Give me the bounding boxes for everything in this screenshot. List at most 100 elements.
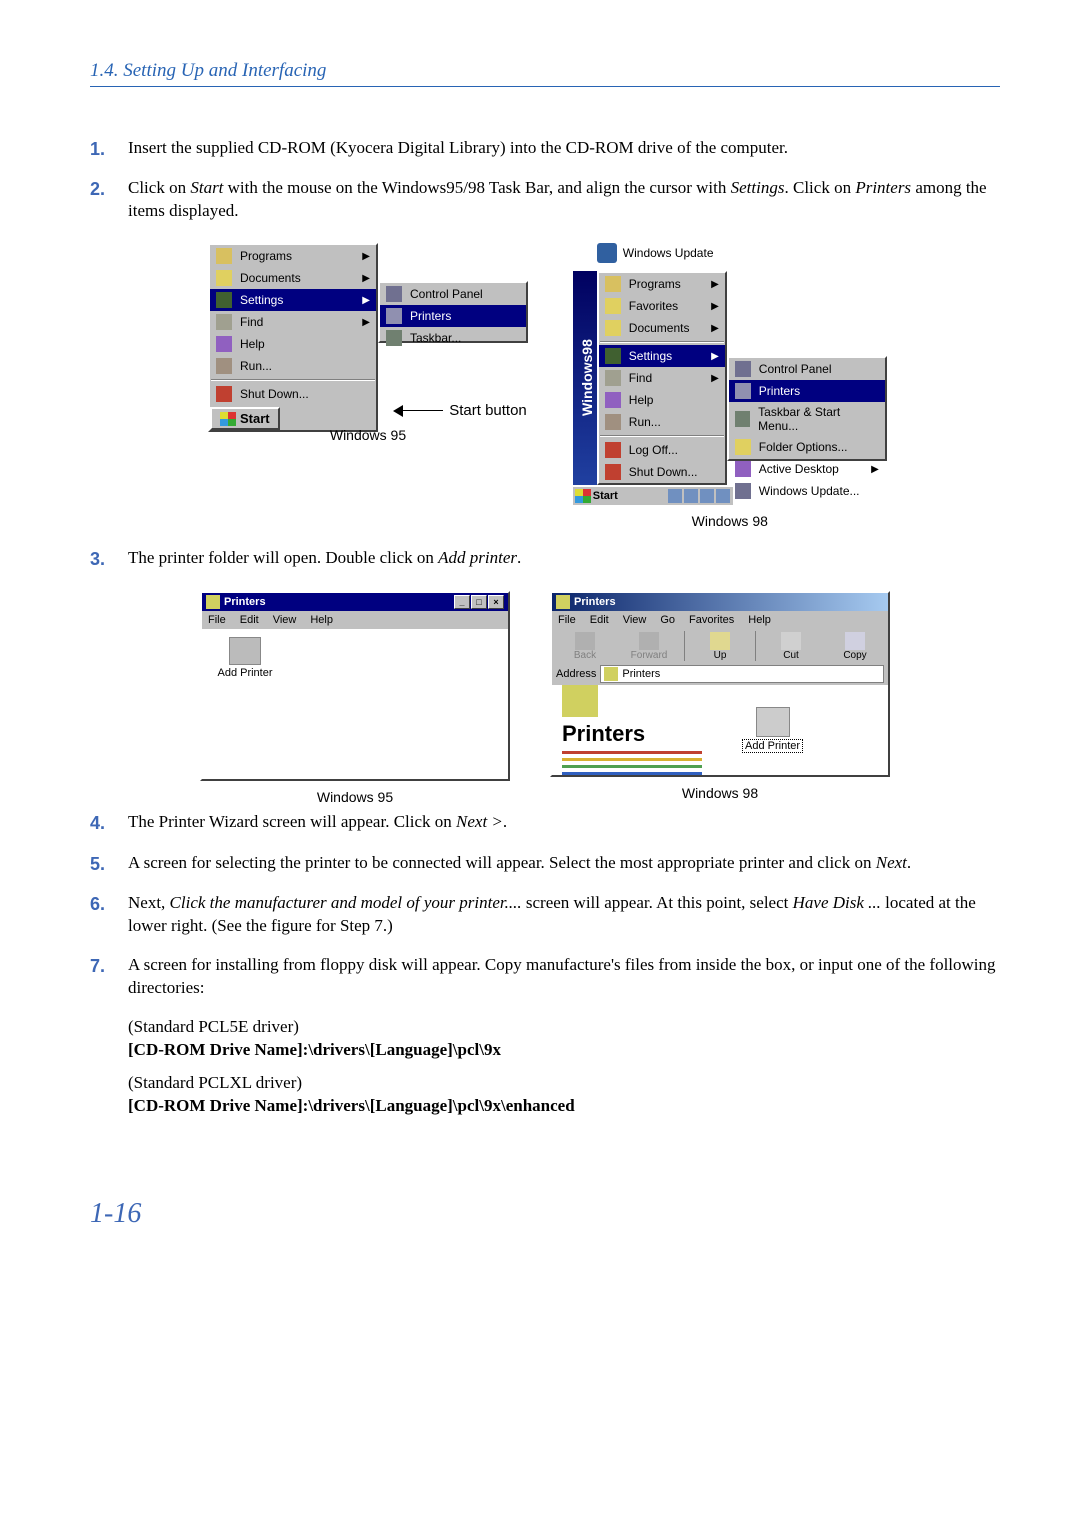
printers-folder-icon [206, 595, 220, 609]
win95-settings-submenu[interactable]: Control Panel Printers Taskbar... [378, 281, 528, 343]
submenu-control-panel[interactable]: Control Panel [380, 283, 526, 305]
add-printer-item[interactable]: Add Printer [210, 637, 280, 679]
menu-shutdown[interactable]: Shut Down... [599, 461, 725, 483]
close-button[interactable]: × [488, 595, 504, 609]
toolbar[interactable]: Back Forward Up Cut Copy [552, 629, 888, 663]
menu-help[interactable]: Help [746, 613, 773, 627]
tray-icon[interactable] [668, 489, 682, 503]
address-input[interactable]: Printers [600, 665, 884, 683]
folder-body[interactable]: Printers Add Printer [552, 685, 888, 775]
label: Find [240, 315, 263, 329]
start-button[interactable]: Start [593, 490, 618, 502]
menu-edit[interactable]: Edit [238, 613, 261, 627]
tray-icon[interactable] [716, 489, 730, 503]
minimize-button[interactable]: _ [454, 595, 470, 609]
submenu-printers[interactable]: Printers [729, 380, 885, 402]
menu-find[interactable]: Find▶ [599, 367, 725, 389]
submenu-printers[interactable]: Printers [380, 305, 526, 327]
icon-label: Add Printer [742, 739, 803, 753]
step-3: 3. The printer folder will open. Double … [90, 547, 1000, 571]
menu-shutdown[interactable]: Shut Down... [210, 383, 376, 405]
menu-view[interactable]: View [271, 613, 299, 627]
win95-main-menu[interactable]: Programs▶ Documents▶ Settings▶ Find▶ Hel… [208, 243, 378, 432]
menu-bar[interactable]: File Edit View Help [202, 611, 508, 629]
label: Printers [410, 309, 451, 323]
menu-documents[interactable]: Documents▶ [210, 267, 376, 289]
menu-view[interactable]: View [621, 613, 649, 627]
win98-settings-submenu[interactable]: Control Panel Printers Taskbar & Start M… [727, 356, 887, 461]
webview-header: Printers [562, 685, 702, 775]
menu-run[interactable]: Run... [599, 411, 725, 433]
back-button[interactable]: Back [556, 632, 614, 661]
forward-button[interactable]: Forward [620, 632, 678, 661]
menu-favorites[interactable]: Favorites [687, 613, 736, 627]
copy-button[interactable]: Copy [826, 632, 884, 661]
menu-edit[interactable]: Edit [588, 613, 611, 627]
submenu-folder-options[interactable]: Folder Options... [729, 436, 885, 458]
maximize-button[interactable]: □ [471, 595, 487, 609]
submenu-control-panel[interactable]: Control Panel [729, 358, 885, 380]
up-icon [710, 632, 730, 650]
menu-file[interactable]: File [206, 613, 228, 627]
windows-update-icon [735, 483, 751, 499]
up-button[interactable]: Up [691, 632, 749, 661]
add-printer-item[interactable]: Add Printer [742, 707, 803, 753]
printers-icon [735, 383, 751, 399]
menu-documents[interactable]: Documents▶ [599, 317, 725, 339]
menu-settings[interactable]: Settings▶ [210, 289, 376, 311]
tray-icon[interactable] [684, 489, 698, 503]
start-button[interactable]: Start [210, 407, 280, 430]
step-body: A screen for selecting the printer to be… [128, 852, 1000, 875]
menu-programs[interactable]: Programs▶ [599, 273, 725, 295]
chevron-right-icon: ▶ [711, 351, 719, 362]
step-number: 2. [90, 177, 128, 201]
windows-update-item[interactable]: Windows Update [597, 243, 714, 263]
win98-main-menu[interactable]: Programs▶ Favorites▶ Documents▶ Settings… [597, 271, 727, 485]
printers-window-win98[interactable]: Printers File Edit View Go Favorites Hel… [550, 591, 890, 777]
copy-icon [845, 632, 865, 650]
menu-programs[interactable]: Programs▶ [210, 245, 376, 267]
menu-settings[interactable]: Settings▶ [599, 345, 725, 367]
menu-bar[interactable]: File Edit View Go Favorites Help [552, 611, 888, 629]
step-number: 3. [90, 547, 128, 571]
title-bar[interactable]: Printers [552, 593, 888, 611]
step-number: 1. [90, 137, 128, 161]
win98-taskbar[interactable]: Start [573, 485, 733, 505]
label: Favorites [629, 299, 678, 313]
printers-window-win95[interactable]: Printers _ □ × File Edit View Help Add P… [200, 591, 510, 781]
folder-body[interactable]: Add Printer [202, 629, 508, 779]
label: Taskbar & Start Menu... [758, 405, 879, 433]
icon-label: Add Printer [217, 667, 272, 679]
menu-logoff[interactable]: Log Off... [599, 439, 725, 461]
menu-favorites[interactable]: Favorites▶ [599, 295, 725, 317]
label: Run... [240, 359, 272, 373]
submenu-windows-update[interactable]: Windows Update... [729, 480, 885, 502]
menu-go[interactable]: Go [658, 613, 677, 627]
step-body: Click on Start with the mouse on the Win… [128, 177, 1000, 223]
submenu-active-desktop[interactable]: Active Desktop▶ [729, 458, 885, 480]
system-tray[interactable] [668, 489, 733, 503]
label: Copy [843, 650, 866, 661]
menu-find[interactable]: Find▶ [210, 311, 376, 333]
menu-help[interactable]: Help [599, 389, 725, 411]
chevron-right-icon: ▶ [711, 279, 719, 290]
separator [600, 341, 724, 343]
menu-help[interactable]: Help [308, 613, 335, 627]
menu-run[interactable]: Run... [210, 355, 376, 377]
submenu-taskbar[interactable]: Taskbar & Start Menu... [729, 402, 885, 436]
driver-paths: (Standard PCL5E driver) [CD-ROM Drive Na… [128, 1016, 1000, 1118]
printers-icon [386, 308, 402, 324]
emphasis: Start [190, 178, 223, 197]
cut-button[interactable]: Cut [762, 632, 820, 661]
menu-help[interactable]: Help [210, 333, 376, 355]
shutdown-icon [605, 464, 621, 480]
menu-file[interactable]: File [556, 613, 578, 627]
emphasis: Click the manufacturer and model of your… [170, 893, 522, 912]
tray-icon[interactable] [700, 489, 714, 503]
title-bar[interactable]: Printers _ □ × [202, 593, 508, 611]
step-body: A screen for installing from floppy disk… [128, 954, 1000, 1000]
submenu-taskbar[interactable]: Taskbar... [380, 327, 526, 349]
documents-icon [216, 270, 232, 286]
step-2: 2. Click on Start with the mouse on the … [90, 177, 1000, 223]
address-bar[interactable]: Address Printers [552, 663, 888, 685]
